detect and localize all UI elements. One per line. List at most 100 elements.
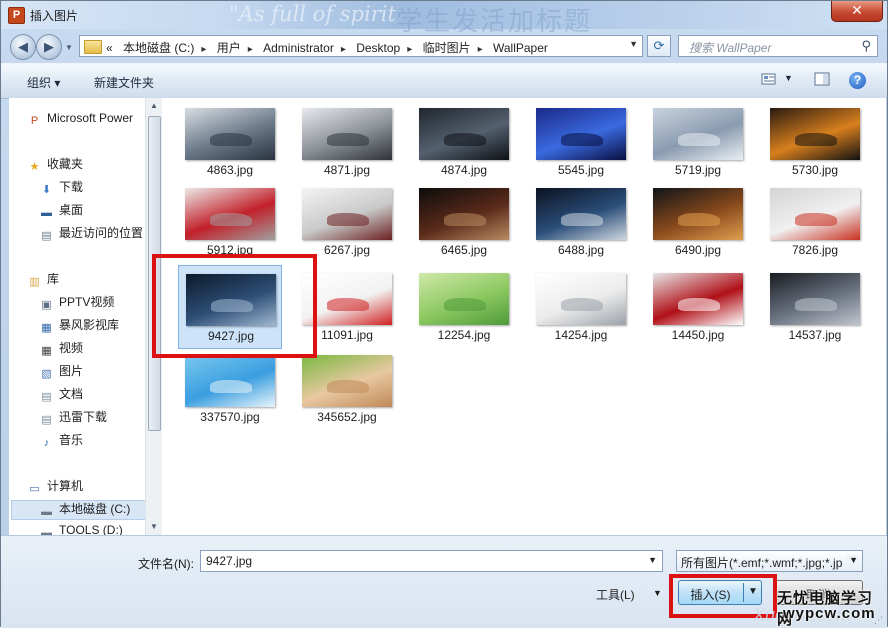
file-tile[interactable]: 6267.jpg	[295, 180, 399, 264]
image-thumbnail	[653, 273, 743, 325]
recent-pages-dropdown[interactable]: ▼	[65, 43, 73, 52]
breadcrumb-separator-icon[interactable]: ▸	[478, 44, 483, 55]
view-dropdown-icon[interactable]: ▼	[784, 73, 793, 83]
tools-menu[interactable]: 工具(L)	[596, 586, 635, 603]
breadcrumb-separator-icon[interactable]: ▸	[341, 44, 346, 55]
search-input[interactable]: 搜索 WallPaper ⚲	[678, 35, 878, 57]
file-type-dropdown-icon[interactable]: ▼	[846, 555, 858, 565]
file-tile[interactable]: 6490.jpg	[646, 180, 750, 264]
image-thumbnail	[770, 188, 860, 240]
sidebar-item-label: 计算机	[47, 479, 84, 493]
command-toolbar: 组织 ▾ 新建文件夹 ▼ ?	[1, 63, 887, 99]
file-name: 14450.jpg	[671, 328, 725, 342]
sidebar-item[interactable]: P Microsoft Power	[27, 111, 133, 131]
sidebar-item[interactable]: ⬇ 下载	[39, 178, 83, 198]
file-tile[interactable]: 5545.jpg	[529, 100, 633, 184]
forward-button[interactable]: ▶	[36, 34, 62, 60]
file-name: 6490.jpg	[674, 243, 722, 257]
sidebar-item-label: 桌面	[59, 203, 84, 217]
sidebar-item-label: 最近访问的位置	[59, 226, 144, 240]
file-tile[interactable]: 14450.jpg	[646, 265, 750, 349]
address-bar[interactable]: « 本地磁盘 (C:) ▸ 用户 ▸ Administrator ▸ Desktop ▸…	[79, 35, 643, 57]
sidebar-item[interactable]: ▣ PPTV视频	[39, 293, 114, 313]
file-tile[interactable]: 4863.jpg	[178, 100, 282, 184]
thumbnail-subject	[210, 212, 252, 227]
breadcrumb-item[interactable]: Administrator	[263, 41, 334, 55]
file-name: 7826.jpg	[791, 243, 839, 257]
close-button[interactable]: ✕	[831, 1, 883, 22]
back-button[interactable]: ◀	[10, 34, 36, 60]
file-type-filter[interactable]: 所有图片(*.emf;*.wmf;*.jpg;*.jp ▼	[676, 550, 863, 572]
breadcrumb-item[interactable]: 用户	[217, 41, 241, 55]
title-bar[interactable]: P 插入图片 "As full of spirit 学生发活加标题 ✕	[1, 1, 887, 37]
breadcrumb-separator-icon[interactable]: ▸	[407, 44, 412, 55]
file-tile[interactable]: 7826.jpg	[763, 180, 867, 264]
tools-dropdown-icon[interactable]: ▼	[653, 588, 662, 598]
powerpoint-icon: P	[30, 115, 39, 127]
watermark-url: wypcw.com	[783, 605, 876, 622]
image-thumbnail	[185, 188, 275, 240]
file-tile[interactable]: 345652.jpg	[295, 347, 399, 431]
sidebar-item[interactable]: ★ 收藏夹	[27, 155, 83, 175]
file-tile[interactable]: 4874.jpg	[412, 100, 516, 184]
new-folder-button[interactable]: 新建文件夹	[94, 74, 154, 91]
desktop-icon: ▬	[41, 207, 52, 219]
image-thumbnail	[419, 188, 509, 240]
sidebar-item[interactable]: ▤ 文档	[39, 385, 83, 405]
resize-grip-icon[interactable]: ⋰	[874, 615, 883, 626]
thumbnail-subject	[678, 297, 720, 312]
breadcrumb-separator-icon[interactable]: ▸	[248, 44, 253, 55]
file-name: 5719.jpg	[674, 163, 722, 177]
breadcrumb-item[interactable]: Desktop	[356, 41, 400, 55]
breadcrumb-item[interactable]: 临时图片	[423, 41, 471, 55]
breadcrumb-item[interactable]: WallPaper	[493, 41, 548, 55]
sidebar-item[interactable]: ▬ TOOLS (D:)	[39, 523, 123, 535]
help-icon[interactable]: ?	[849, 72, 866, 89]
search-placeholder: 搜索 WallPaper	[689, 41, 772, 55]
search-icon[interactable]: ⚲	[861, 38, 871, 54]
breadcrumb-separator-icon[interactable]: ▸	[201, 44, 206, 55]
file-type-value: 所有图片(*.emf;*.wmf;*.jpg;*.jp	[681, 556, 843, 570]
thumbnail-subject	[795, 212, 837, 227]
sidebar-item[interactable]: ▧ 图片	[39, 362, 83, 382]
organize-menu[interactable]: 组织 ▾	[27, 74, 60, 91]
background-bleed-text: "As full of spirit	[229, 2, 396, 26]
scroll-down-icon[interactable]: ▼	[146, 519, 162, 535]
file-tile[interactable]: 4871.jpg	[295, 100, 399, 184]
file-tile[interactable]: 337570.jpg	[178, 347, 282, 431]
sidebar-item-label: PPTV视频	[59, 295, 115, 309]
sidebar-item[interactable]: ♪ 音乐	[39, 431, 83, 451]
sidebar-item[interactable]: ▤ 迅雷下载	[39, 408, 107, 428]
drive-c-icon: ▬	[41, 506, 52, 518]
refresh-button[interactable]: ⟳	[647, 35, 671, 57]
file-tile[interactable]: 6465.jpg	[412, 180, 516, 264]
file-tile[interactable]: 5730.jpg	[763, 100, 867, 184]
sidebar-item-label: 本地磁盘 (C:)	[59, 502, 131, 516]
breadcrumb-item[interactable]: 本地磁盘 (C:)	[123, 41, 194, 55]
filename-dropdown-icon[interactable]: ▼	[648, 555, 657, 565]
scroll-up-icon[interactable]: ▲	[146, 98, 162, 114]
sidebar-item[interactable]: ▬ 本地磁盘 (C:)	[11, 500, 161, 520]
sidebar-item[interactable]: ▭ 计算机	[27, 477, 83, 497]
image-thumbnail	[302, 355, 392, 407]
breadcrumb-overflow[interactable]: «	[106, 41, 113, 55]
view-icon[interactable]	[760, 72, 778, 88]
sidebar-item-label: 暴风影视库	[59, 318, 120, 332]
thumbnail-subject	[327, 297, 369, 312]
file-tile[interactable]: 5912.jpg	[178, 180, 282, 264]
file-tile[interactable]: 14254.jpg	[529, 265, 633, 349]
file-tile[interactable]: 14537.jpg	[763, 265, 867, 349]
file-tile[interactable]: 12254.jpg	[412, 265, 516, 349]
sidebar-item[interactable]: ▬ 桌面	[39, 201, 83, 221]
sidebar-item[interactable]: ▦ 暴风影视库	[39, 316, 119, 336]
address-dropdown-icon[interactable]: ▼	[629, 39, 638, 49]
sidebar-item[interactable]: ▥ 库	[27, 270, 59, 290]
file-name: 5730.jpg	[791, 163, 839, 177]
sidebar-item[interactable]: ▦ 视频	[39, 339, 83, 359]
file-tile[interactable]: 5719.jpg	[646, 100, 750, 184]
preview-pane-icon[interactable]	[813, 72, 831, 88]
thunder-download-icon: ▤	[41, 414, 52, 426]
sidebar-item[interactable]: ▤ 最近访问的位置	[39, 224, 143, 244]
filename-field[interactable]: 9427.jpg ▼	[200, 550, 663, 572]
file-tile[interactable]: 6488.jpg	[529, 180, 633, 264]
